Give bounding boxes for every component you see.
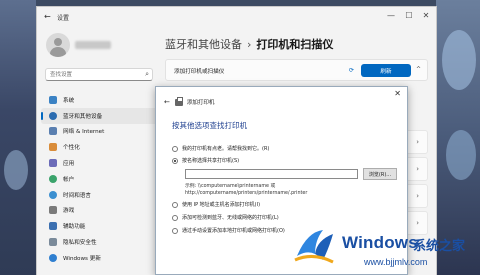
refresh-button[interactable]: 刷新 [361, 64, 411, 77]
wallpaper-blob [442, 30, 476, 90]
radio-button[interactable] [172, 157, 178, 164]
radio-button[interactable] [172, 227, 178, 234]
sidebar-item-accounts[interactable]: 帐户 [41, 171, 157, 187]
close-icon[interactable]: ✕ [394, 89, 401, 98]
sidebar-item-bluetooth[interactable]: 蓝牙和其他设备 [41, 107, 157, 124]
watermark-cn: 系统之家 [413, 239, 466, 254]
sidebar-item-label: 应用 [63, 161, 75, 168]
example-text: 示例: \\computername\printername 或 http://… [185, 183, 307, 197]
desktop-wallpaper-left [0, 0, 36, 275]
globe-icon [49, 190, 57, 199]
option-ip-address[interactable]: 使用 IP 地址或主机名添加打印机(I) [172, 201, 260, 208]
avatar[interactable] [46, 33, 70, 57]
breadcrumb-parent[interactable]: 蓝牙和其他设备 [165, 38, 242, 51]
brush-icon [49, 143, 57, 152]
title-bar: ← 设置 — ☐ ✕ [37, 7, 436, 27]
browse-button[interactable]: 浏览(R)... [363, 168, 397, 180]
chevron-up-icon[interactable]: ^ [416, 66, 421, 73]
search-icon[interactable]: ⌕ [145, 70, 149, 79]
example-line: http://computername/printers/printername… [185, 191, 308, 196]
window-title: 设置 [57, 15, 70, 22]
breadcrumb: 蓝牙和其他设备 › 打印机和扫描仪 [165, 36, 333, 52]
watermark-url: www.bjjmlv.com [364, 257, 428, 267]
wallpaper-blob [446, 130, 476, 180]
sidebar-item-label: 辅助功能 [63, 224, 86, 231]
back-arrow-icon[interactable]: ← [164, 98, 170, 106]
sidebar-item-label: Windows 更新 [63, 255, 101, 262]
dialog-heading: 按其他选项查找打印机 [172, 121, 247, 130]
sidebar-item-privacy[interactable]: 隐私和安全性 [41, 234, 157, 250]
avatar-head-shape [54, 38, 62, 46]
sidebar-item-windows-update[interactable]: Windows 更新 [41, 250, 157, 266]
radio-button[interactable] [172, 214, 178, 221]
sidebar-item-label: 个性化 [63, 145, 80, 152]
avatar-body-shape [50, 47, 66, 57]
option-old-printer[interactable]: 我的打印机有点老。请帮我找到它。(R) [172, 145, 269, 152]
search-input[interactable] [50, 70, 138, 80]
add-printer-card: 添加打印机或扫描仪 ⟳ 刷新 ^ [165, 59, 428, 81]
account-icon [49, 174, 57, 183]
bluetooth-icon [49, 111, 57, 120]
chevron-right-icon: › [416, 138, 419, 146]
sidebar-item-personalization[interactable]: 个性化 [41, 139, 157, 155]
windows-logo-watermark-icon [294, 230, 334, 264]
sidebar-item-label: 网络 & Internet [63, 129, 105, 136]
sidebar-nav: 系统 蓝牙和其他设备 网络 & Internet 个性化 应用 帐户 时间和语言 [41, 92, 157, 266]
shield-icon [49, 238, 57, 247]
printer-icon [174, 96, 183, 106]
add-printer-label: 添加打印机或扫描仪 [174, 69, 225, 75]
option-label: 添加可检测到蓝牙、无线或网络的打印机(L) [182, 215, 279, 221]
sidebar-item-label: 蓝牙和其他设备 [63, 113, 103, 120]
sidebar-item-gaming[interactable]: 游戏 [41, 203, 157, 219]
option-shared-printer[interactable]: 按名称选择共享打印机(S) [172, 157, 239, 164]
desktop-wallpaper-right [436, 0, 480, 275]
option-label: 我的打印机有点老。请帮我找到它。(R) [182, 146, 270, 152]
loading-spinner-icon: ⟳ [349, 67, 355, 74]
close-button[interactable]: ✕ [419, 11, 433, 20]
dialog-title: 添加打印机 [186, 100, 215, 106]
example-line: 示例: \\computername\printername 或 [185, 184, 276, 189]
sidebar-item-accessibility[interactable]: 辅助功能 [41, 218, 157, 234]
sidebar-item-label: 隐私和安全性 [63, 240, 97, 247]
sidebar-item-system[interactable]: 系统 [41, 92, 157, 108]
update-icon [49, 253, 57, 262]
radio-button[interactable] [172, 145, 178, 152]
apps-icon [49, 159, 57, 168]
user-name-redacted [75, 41, 111, 49]
sidebar-item-label: 时间和语言 [63, 192, 91, 199]
chevron-right-icon: › [416, 219, 419, 227]
network-icon [49, 127, 57, 136]
option-wireless-printer[interactable]: 添加可检测到蓝牙、无线或网络的打印机(L) [172, 214, 279, 221]
option-label: 使用 IP 地址或主机名添加打印机(I) [182, 202, 261, 208]
watermark-brand: Windows [342, 233, 418, 252]
option-manual-setup[interactable]: 通过手动设置添加本地打印机或网络打印机(O) [172, 227, 285, 234]
page-title: 打印机和扫描仪 [256, 38, 334, 51]
accessibility-icon [49, 222, 57, 231]
chevron-right-icon: › [416, 165, 419, 173]
sidebar-item-network[interactable]: 网络 & Internet [41, 124, 157, 140]
system-icon [49, 95, 57, 104]
maximize-button[interactable]: ☐ [402, 11, 416, 20]
sidebar-item-label: 帐户 [63, 176, 75, 183]
minimize-button[interactable]: — [384, 11, 398, 20]
breadcrumb-separator: › [247, 38, 252, 51]
search-box[interactable]: ⌕ [45, 68, 153, 81]
sidebar-item-label: 游戏 [63, 208, 75, 215]
dialog-title-row: ← 添加打印机 [164, 96, 215, 106]
sidebar-item-time-language[interactable]: 时间和语言 [41, 187, 157, 203]
shared-printer-name-input[interactable] [185, 169, 358, 179]
sidebar-item-apps[interactable]: 应用 [41, 155, 157, 171]
chevron-right-icon: › [416, 192, 419, 200]
option-label: 按名称选择共享打印机(S) [182, 158, 240, 164]
option-label: 通过手动设置添加本地打印机或网络打印机(O) [182, 228, 285, 234]
gamepad-icon [49, 206, 57, 215]
wallpaper-blob [4, 150, 28, 190]
sidebar-item-label: 系统 [63, 97, 75, 104]
back-arrow-icon[interactable]: ← [44, 12, 51, 21]
radio-button[interactable] [172, 201, 178, 208]
